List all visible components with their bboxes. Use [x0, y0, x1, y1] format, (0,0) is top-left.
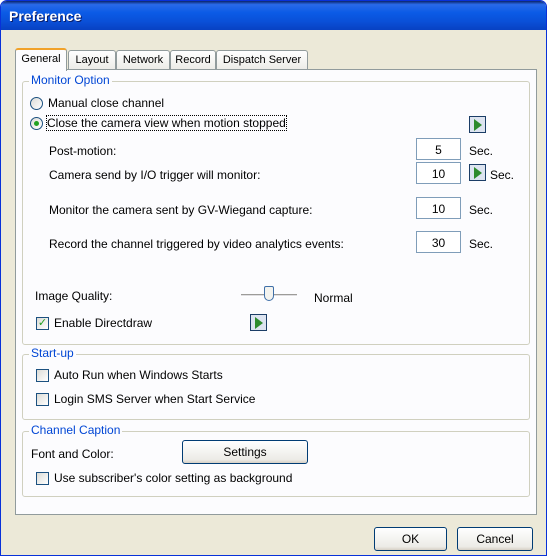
- play-icon[interactable]: [250, 314, 267, 331]
- login-sms-checkbox[interactable]: [36, 393, 49, 406]
- subscriber-color-label: Use subscriber's color setting as backgr…: [54, 471, 293, 485]
- io-trigger-input[interactable]: 10: [416, 162, 461, 184]
- login-sms-label: Login SMS Server when Start Service: [54, 392, 256, 406]
- ok-button[interactable]: OK: [374, 527, 447, 551]
- io-trigger-label: Camera send by I/O trigger will monitor:: [49, 168, 261, 182]
- general-tab-panel: Monitor Option Manual close channel Clos…: [15, 69, 537, 515]
- auto-run-checkbox[interactable]: [36, 369, 49, 382]
- window-title: Preference: [9, 8, 82, 24]
- gv-wiegand-label: Monitor the camera sent by GV-Wiegand ca…: [49, 203, 313, 217]
- tab-general[interactable]: General: [15, 48, 67, 71]
- tab-label: Record: [175, 54, 211, 66]
- auto-run-label: Auto Run when Windows Starts: [54, 368, 223, 382]
- manual-close-label: Manual close channel: [48, 96, 165, 110]
- post-motion-input[interactable]: 5: [416, 138, 461, 160]
- monitor-option-legend: Monitor Option: [29, 73, 112, 87]
- subscriber-color-checkbox[interactable]: [36, 472, 49, 485]
- play-triangle-icon: [255, 317, 263, 329]
- video-analytics-unit: Sec.: [469, 237, 494, 251]
- radio-selected-dot: [34, 121, 39, 126]
- gv-wiegand-unit: Sec.: [469, 203, 494, 217]
- play-icon[interactable]: [469, 116, 486, 133]
- tab-label: Layout: [75, 54, 109, 66]
- image-quality-value: Normal: [314, 291, 353, 305]
- startup-group: Start-up Auto Run when Windows Starts Lo…: [22, 346, 530, 420]
- check-mark-icon: ✓: [37, 317, 48, 329]
- tab-dispatch-server[interactable]: Dispatch Server: [216, 50, 308, 70]
- close-on-motion-stop-radio[interactable]: [30, 117, 43, 130]
- post-motion-unit: Sec.: [469, 144, 494, 158]
- tab-label: General: [21, 53, 61, 65]
- play-triangle-icon: [474, 119, 482, 131]
- channel-caption-group: Channel Caption Font and Color: Settings…: [22, 423, 530, 497]
- manual-close-radio[interactable]: [30, 97, 43, 110]
- cancel-button[interactable]: Cancel: [457, 527, 533, 551]
- settings-button[interactable]: Settings: [182, 440, 308, 464]
- tab-network[interactable]: Network: [116, 50, 170, 70]
- io-trigger-unit: Sec.: [490, 168, 515, 182]
- preference-dialog: Preference General Layout Network Record…: [0, 0, 547, 556]
- image-quality-label: Image Quality:: [35, 289, 113, 303]
- video-analytics-label: Record the channel triggered by video an…: [49, 237, 344, 251]
- tab-record[interactable]: Record: [170, 50, 216, 70]
- tab-label: Dispatch Server: [222, 54, 302, 66]
- gv-wiegand-input[interactable]: 10: [416, 197, 461, 219]
- enable-directdraw-label: Enable Directdraw: [54, 316, 153, 330]
- post-motion-label: Post-motion:: [49, 144, 117, 158]
- image-quality-slider-thumb[interactable]: [264, 286, 274, 301]
- monitor-option-group: Monitor Option Manual close channel Clos…: [22, 73, 530, 345]
- play-triangle-icon: [474, 167, 482, 179]
- channel-caption-legend: Channel Caption: [29, 423, 123, 437]
- play-icon[interactable]: [469, 164, 486, 181]
- title-bar[interactable]: Preference: [1, 1, 546, 30]
- font-color-label: Font and Color:: [31, 447, 114, 461]
- close-on-motion-stop-label: Close the camera view when motion stoppe…: [46, 115, 287, 131]
- tab-layout[interactable]: Layout: [68, 50, 116, 70]
- startup-legend: Start-up: [29, 346, 76, 360]
- enable-directdraw-checkbox[interactable]: ✓: [36, 317, 49, 330]
- video-analytics-input[interactable]: 30: [416, 231, 461, 253]
- tab-label: Network: [122, 54, 164, 66]
